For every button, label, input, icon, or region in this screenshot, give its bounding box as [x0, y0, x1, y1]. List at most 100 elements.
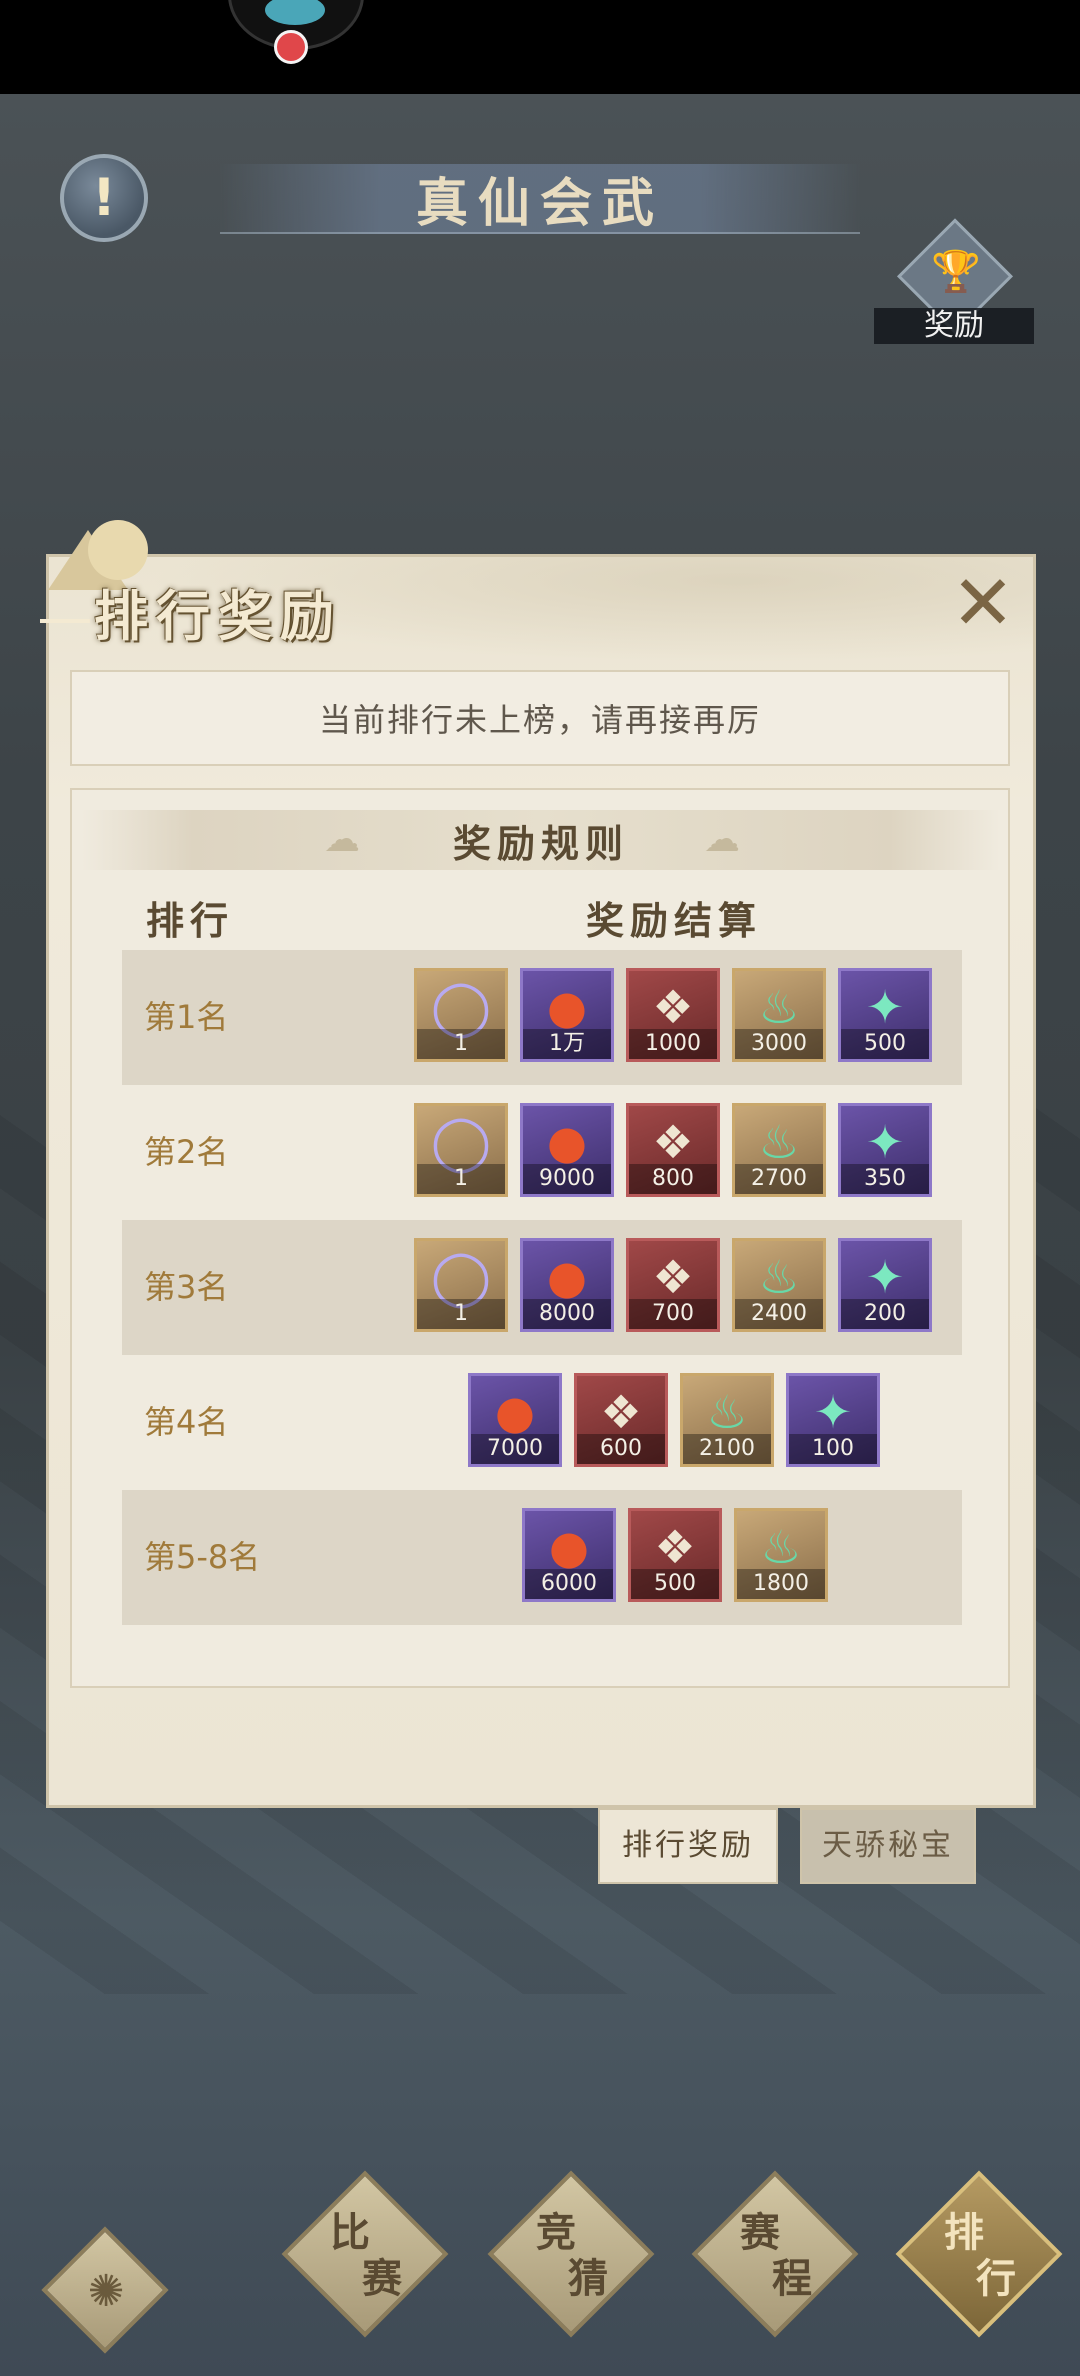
item-count: 2100 [683, 1434, 771, 1464]
nav-match-top: 比 [330, 2209, 370, 2256]
token-icon: ❖ [600, 1385, 642, 1439]
item-count: 7000 [471, 1434, 559, 1464]
flame-icon: ✦ [865, 980, 905, 1034]
nav-schedule-top: 赛 [740, 2209, 780, 2256]
item-count: 1800 [737, 1569, 825, 1599]
rank-notice: 当前排行未上榜，请再接再厉 [70, 670, 1010, 766]
jade-icon: ♨ [760, 1520, 802, 1574]
item-count: 6000 [525, 1569, 613, 1599]
ring-reward-item[interactable]: ◯ 1 [414, 968, 508, 1062]
ring-icon: ◯ [430, 975, 492, 1038]
flame-reward-item[interactable]: ✦ 200 [838, 1238, 932, 1332]
nav-guess-top: 竞 [536, 2209, 576, 2256]
pearl-reward-item[interactable]: ● 6000 [522, 1508, 616, 1602]
item-count: 1 [417, 1029, 505, 1059]
jade-reward-item[interactable]: ♨ 2100 [680, 1373, 774, 1467]
close-icon: ✕ [951, 558, 1015, 647]
item-count: 9000 [523, 1164, 611, 1194]
close-button[interactable]: ✕ [950, 565, 1016, 641]
pearl-reward-item[interactable]: ● 8000 [520, 1238, 614, 1332]
jade-reward-item[interactable]: ♨ 1800 [734, 1508, 828, 1602]
pearl-reward-item[interactable]: ● 1万 [520, 968, 614, 1062]
col-rank-header: 排行 [146, 898, 235, 943]
item-count: 1万 [523, 1029, 611, 1059]
reward-items: ◯ 1 ● 8000 ❖ 700 ♨ 2400 ✦ 200 [414, 1238, 932, 1334]
jade-icon: ♨ [758, 1250, 800, 1304]
token-reward-item[interactable]: ❖ 800 [626, 1103, 720, 1197]
nav-schedule-bottom: 程 [772, 2255, 812, 2302]
item-count: 500 [841, 1029, 929, 1059]
jade-icon: ♨ [758, 980, 800, 1034]
jade-icon: ♨ [758, 1115, 800, 1169]
page-title: 真仙会武 [415, 172, 664, 234]
token-icon: ❖ [652, 980, 694, 1034]
item-count: 700 [629, 1299, 717, 1329]
reward-row: 第1名 ◯ 1 ● 1万 ❖ 1000 ♨ 3000 ✦ 500 [122, 950, 962, 1085]
jade-reward-item[interactable]: ♨ 2700 [732, 1103, 826, 1197]
jade-icon: ♨ [706, 1385, 748, 1439]
reward-rows: 第1名 ◯ 1 ● 1万 ❖ 1000 ♨ 3000 ✦ 500 第2名 ◯ 1 ● 9000 ❖ 800 ♨ 270… [122, 950, 962, 1625]
ring-reward-item[interactable]: ◯ 1 [414, 1238, 508, 1332]
pearl-icon: ● [494, 1385, 536, 1439]
flame-reward-item[interactable]: ✦ 100 [786, 1373, 880, 1467]
flame-icon: ✦ [865, 1250, 905, 1304]
column-headers: 排行 奖励结算 [72, 890, 1008, 946]
pearl-icon: ● [546, 1250, 588, 1304]
nav-guess-bottom: 猜 [568, 2255, 608, 2302]
pearl-reward-item[interactable]: ● 7000 [468, 1373, 562, 1467]
flame-icon: ✦ [813, 1385, 853, 1439]
token-reward-item[interactable]: ❖ 500 [628, 1508, 722, 1602]
item-count: 8000 [523, 1299, 611, 1329]
pearl-reward-item[interactable]: ● 9000 [520, 1103, 614, 1197]
reward-button[interactable]: 🏆 奖励 [874, 218, 1034, 344]
nav-rank-bottom: 行 [976, 2255, 1016, 2302]
reward-row: 第3名 ◯ 1 ● 8000 ❖ 700 ♨ 2400 ✦ 200 [122, 1220, 962, 1355]
ring-icon: ◯ [430, 1110, 492, 1173]
cloud-emblem-icon: ✺ [87, 2266, 125, 2317]
jade-reward-item[interactable]: ♨ 2400 [732, 1238, 826, 1332]
item-count: 2700 [735, 1164, 823, 1194]
reward-button-label: 奖励 [874, 308, 1034, 344]
rules-title: 奖励规则 [452, 820, 629, 866]
token-icon: ❖ [652, 1250, 694, 1304]
rank-label: 第4名 [144, 1403, 229, 1441]
jade-reward-item[interactable]: ♨ 3000 [732, 968, 826, 1062]
token-reward-item[interactable]: ❖ 600 [574, 1373, 668, 1467]
pearl-icon: ● [546, 1115, 588, 1169]
nav-rank-top: 排 [944, 2209, 984, 2256]
tab-rank-reward[interactable]: 排行奖励 [598, 1808, 778, 1884]
rank-label: 第2名 [144, 1133, 229, 1171]
notification-dot [274, 30, 308, 64]
ring-reward-item[interactable]: ◯ 1 [414, 1103, 508, 1197]
rules-box[interactable]: ☁ 奖励规则 ☁ 排行 奖励结算 第1名 ◯ 1 ● 1万 ❖ 1000 ♨ 3000 ✦ 500 第… [70, 788, 1010, 1688]
token-reward-item[interactable]: ❖ 1000 [626, 968, 720, 1062]
nav-match-bottom: 赛 [362, 2255, 402, 2302]
token-icon: ❖ [654, 1520, 696, 1574]
tab-tianjiao-treasure[interactable]: 天骄秘宝 [800, 1808, 976, 1884]
ring-icon: ◯ [430, 1245, 492, 1308]
item-count: 200 [841, 1299, 929, 1329]
item-count: 3000 [735, 1029, 823, 1059]
item-count: 100 [789, 1434, 877, 1464]
info-button[interactable]: ! [60, 154, 148, 242]
flame-reward-item[interactable]: ✦ 350 [838, 1103, 932, 1197]
reward-items: ◯ 1 ● 9000 ❖ 800 ♨ 2700 ✦ 350 [414, 1103, 932, 1199]
pearl-icon: ● [546, 980, 588, 1034]
flame-reward-item[interactable]: ✦ 500 [838, 968, 932, 1062]
rules-header: ☁ 奖励规则 ☁ [82, 810, 1000, 870]
item-count: 600 [577, 1434, 665, 1464]
col-reward-header: 奖励结算 [586, 898, 763, 943]
reward-row: 第4名 ● 7000 ❖ 600 ♨ 2100 ✦ 100 [122, 1355, 962, 1490]
reward-items: ● 7000 ❖ 600 ♨ 2100 ✦ 100 [468, 1373, 880, 1469]
token-reward-item[interactable]: ❖ 700 [626, 1238, 720, 1332]
item-count: 800 [629, 1164, 717, 1194]
exclamation-icon: ! [92, 168, 116, 228]
trophy-icon: 🏆 [931, 249, 981, 295]
panel-title: 排行奖励 [40, 572, 342, 648]
reward-row: 第2名 ◯ 1 ● 9000 ❖ 800 ♨ 2700 ✦ 350 [122, 1085, 962, 1220]
item-count: 500 [631, 1569, 719, 1599]
top-status-bar [0, 0, 1080, 94]
flame-icon: ✦ [865, 1115, 905, 1169]
bottom-nav: ✺ 比 赛 竞 猜 赛 程 排 行 [0, 2150, 1080, 2376]
item-count: 2400 [735, 1299, 823, 1329]
